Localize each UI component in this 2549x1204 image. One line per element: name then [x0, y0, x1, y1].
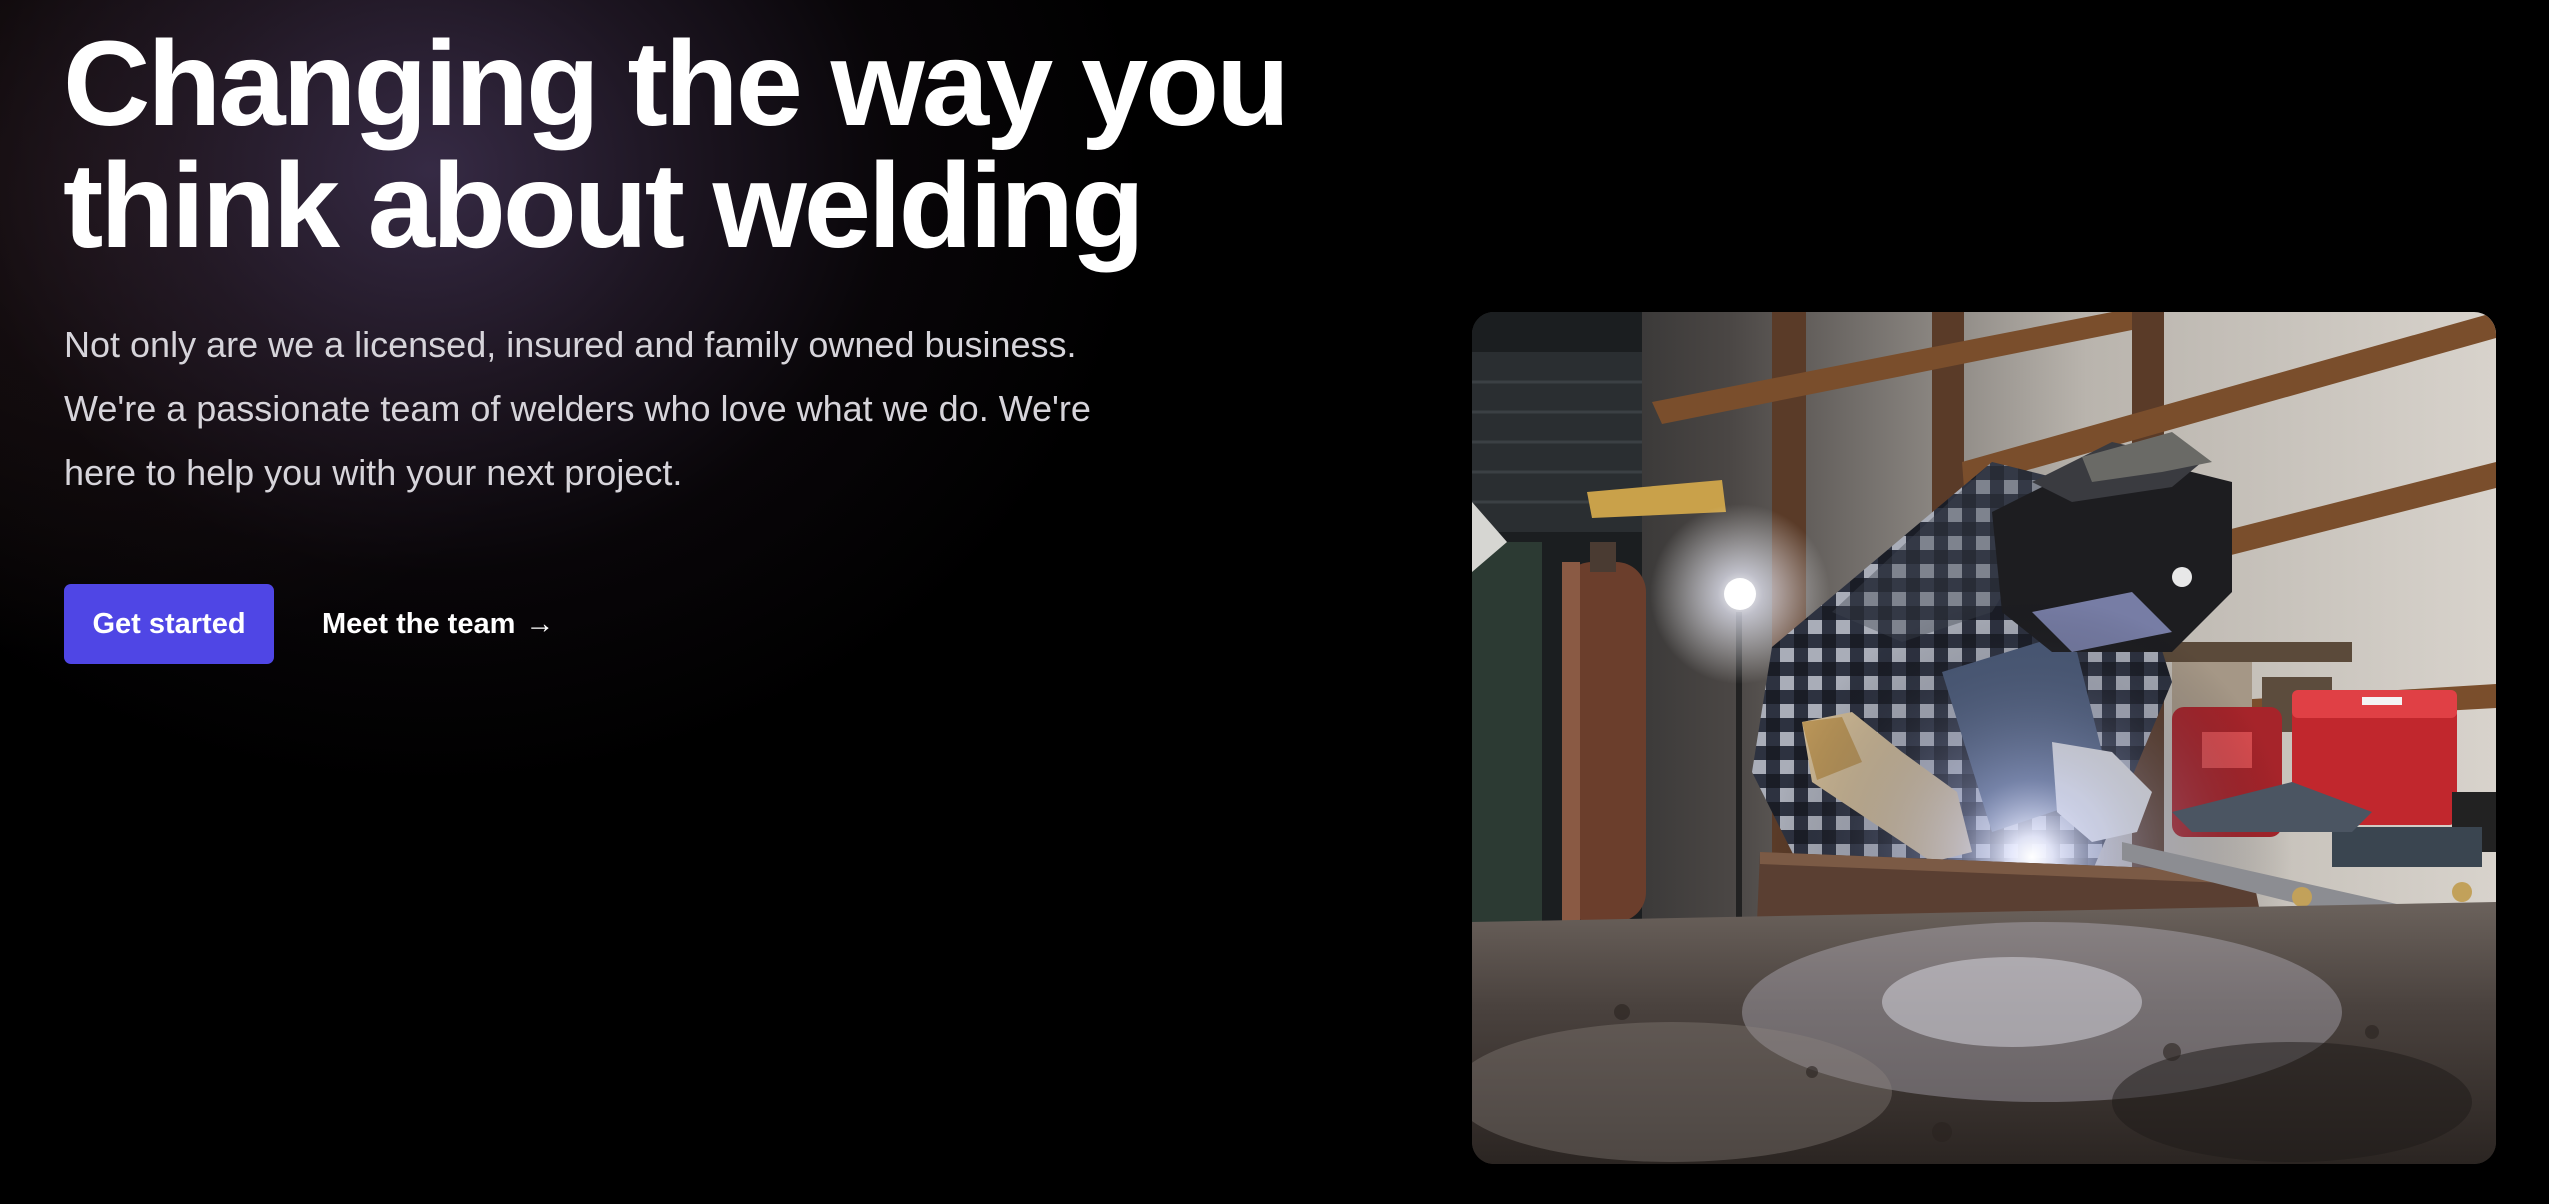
welder-photo-illustration [1472, 312, 2496, 1164]
hero-description-line-3: here to help you with your next project. [64, 452, 683, 493]
welder-photo [1472, 312, 2496, 1164]
hero-title-line-1: Changing the way you [63, 15, 1290, 151]
hero-section: Changing the way you think about welding… [0, 0, 2549, 1204]
get-started-button[interactable]: Get started [64, 584, 274, 664]
hero-description-line-1: Not only are we a licensed, insured and … [64, 324, 1077, 365]
hero-description-line-2: We're a passionate team of welders who l… [64, 388, 1091, 429]
meet-the-team-label: Meet the team [322, 607, 516, 640]
hero-title: Changing the way you think about welding [63, 22, 1443, 266]
hero-description: Not only are we a licensed, insured and … [64, 313, 1244, 505]
meet-the-team-link[interactable]: Meet the team → [322, 584, 554, 664]
arrow-right-icon: → [525, 607, 555, 640]
hero-title-line-2: think about welding [63, 137, 1145, 273]
